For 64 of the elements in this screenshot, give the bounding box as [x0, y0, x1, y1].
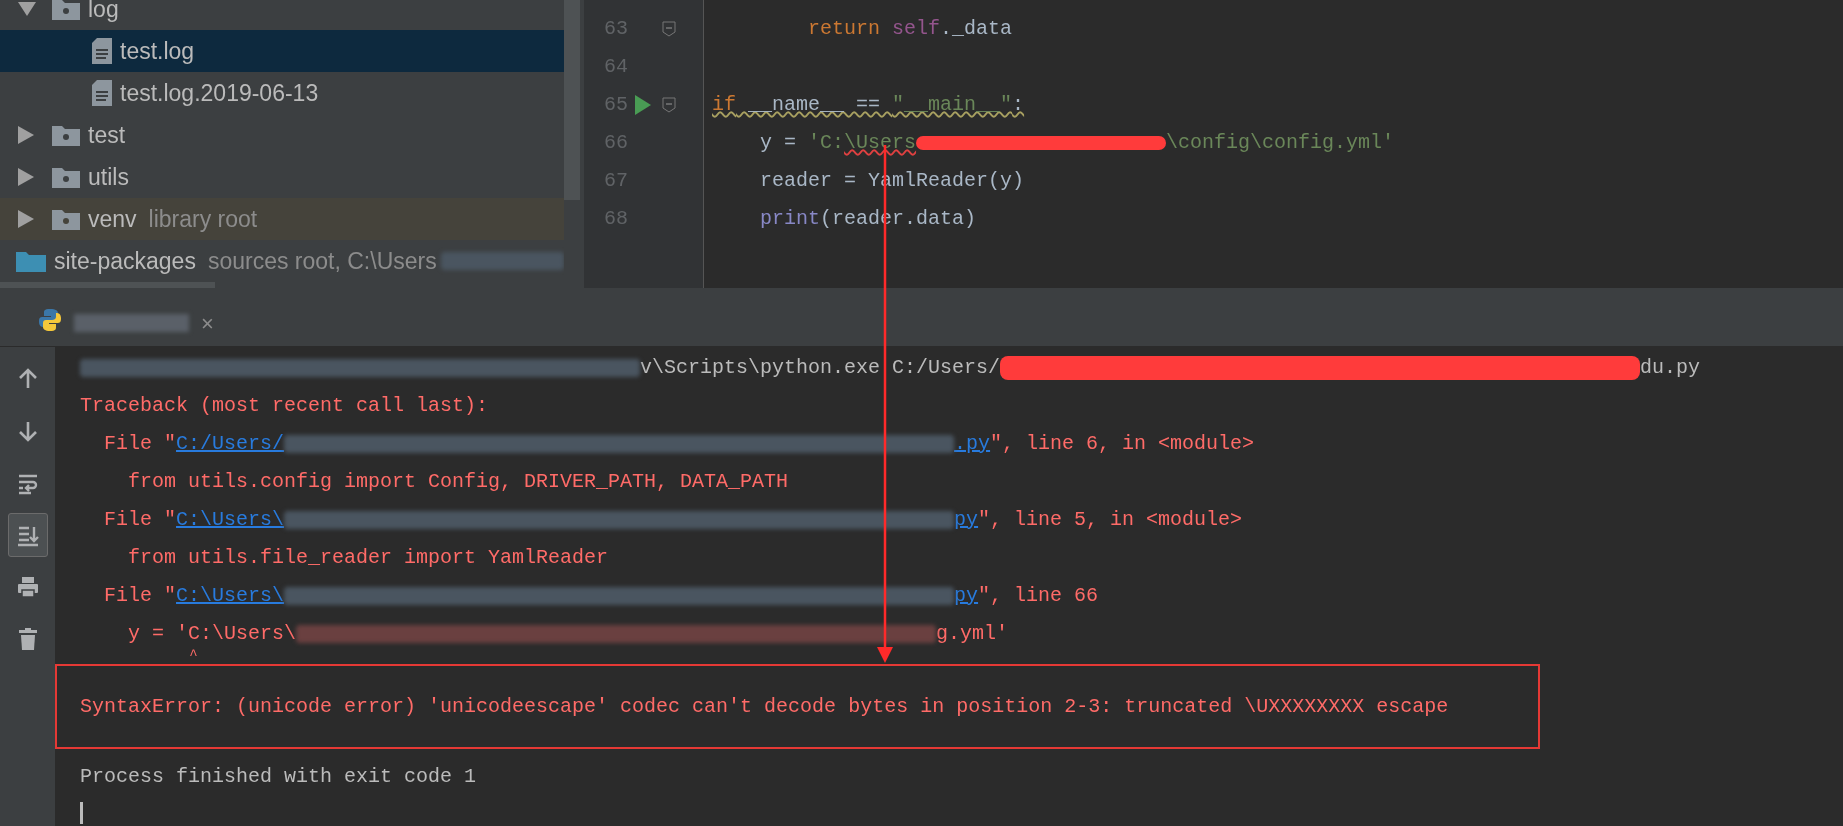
- print-icon: [16, 575, 39, 599]
- code-text: \Users: [844, 130, 917, 156]
- fold-marker-icon[interactable]: [662, 97, 676, 113]
- tree-item-label[interactable]: venv: [88, 201, 137, 237]
- code-text: print: [759, 206, 821, 232]
- file-link[interactable]: C:\Users\: [176, 581, 285, 611]
- folder-icon: [52, 124, 80, 146]
- code-text: 'C:: [808, 130, 845, 156]
- console-text: Process finished with exit code 1: [80, 764, 477, 790]
- file-icon: [92, 38, 112, 64]
- tree-item-label[interactable]: test: [88, 117, 126, 153]
- console-text: ^: [188, 646, 198, 665]
- code-text: if: [712, 92, 736, 118]
- console-text: ", line 6, in <module>: [990, 431, 1255, 457]
- console-text: y = 'C:\Users\: [127, 621, 297, 647]
- code-text: \config\config.yml': [1166, 130, 1395, 156]
- folder-icon: [52, 208, 80, 230]
- file-link[interactable]: py: [954, 581, 979, 611]
- folder-icon: [16, 250, 46, 272]
- console-text: from utils.config import Config, DRIVER_PATH, DATA_PATH: [127, 469, 789, 495]
- console-text: g.yml': [936, 621, 1009, 647]
- expand-arrow-icon[interactable]: [18, 126, 34, 144]
- console-text: ", line 66: [978, 583, 1099, 609]
- code-text: "__main__": [892, 92, 1013, 118]
- tree-item-label[interactable]: test.log.2019-06-13: [120, 75, 319, 111]
- console-text: File ": [103, 507, 176, 533]
- down-arrow-icon: [16, 419, 39, 443]
- code-text: y =: [759, 130, 797, 156]
- file-link[interactable]: C:\Users\: [176, 505, 285, 535]
- trash-icon: [16, 627, 39, 651]
- code-text: :: [1012, 92, 1025, 118]
- file-link[interactable]: .py: [954, 429, 991, 459]
- code-text: __name__ ==: [747, 92, 882, 118]
- console-text: File ": [103, 431, 176, 457]
- tree-item-note: library root: [148, 204, 258, 234]
- file-link[interactable]: py: [954, 505, 979, 535]
- text-cursor: [80, 802, 83, 824]
- tree-item-label[interactable]: site-packages: [54, 243, 196, 279]
- run-icon[interactable]: [635, 95, 651, 115]
- console-text: from utils.file_reader import YamlReader: [127, 545, 609, 571]
- expand-arrow-icon[interactable]: [18, 168, 34, 186]
- console-text: Traceback (most recent call last):: [80, 393, 489, 419]
- tree-item-note: sources root, C:\Users: [207, 246, 437, 276]
- tree-item-label[interactable]: utils: [88, 159, 129, 195]
- file-icon: [92, 80, 112, 106]
- scrollbar[interactable]: [564, 0, 580, 200]
- code-text: return: [807, 16, 881, 42]
- console-text: ", line 5, in <module>: [978, 507, 1243, 533]
- close-button[interactable]: ×: [201, 306, 214, 340]
- console-text: du.py: [1640, 355, 1701, 381]
- file-link[interactable]: C:/Users/: [176, 429, 285, 459]
- folder-icon: [52, 166, 80, 188]
- code-text: self: [891, 16, 941, 42]
- code-text: ._data: [940, 16, 1013, 42]
- collapse-arrow-icon[interactable]: [18, 2, 36, 16]
- scroll-to-end-button[interactable]: [7, 513, 48, 557]
- console-text: v\Scripts\python.exe C:/Users/: [640, 355, 1001, 381]
- expand-arrow-icon[interactable]: [18, 210, 34, 228]
- tree-item-label[interactable]: test.log: [120, 33, 195, 69]
- fold-marker-icon[interactable]: [662, 21, 676, 37]
- console-text: File ": [103, 583, 176, 609]
- python-icon: [38, 307, 62, 332]
- console-text: SyntaxError: (unicode error) 'unicodeescape' codec can't decode bytes in position 2-3: truncated \UXXXXXXXX escape: [80, 693, 1449, 720]
- tree-item-label[interactable]: log: [88, 0, 119, 27]
